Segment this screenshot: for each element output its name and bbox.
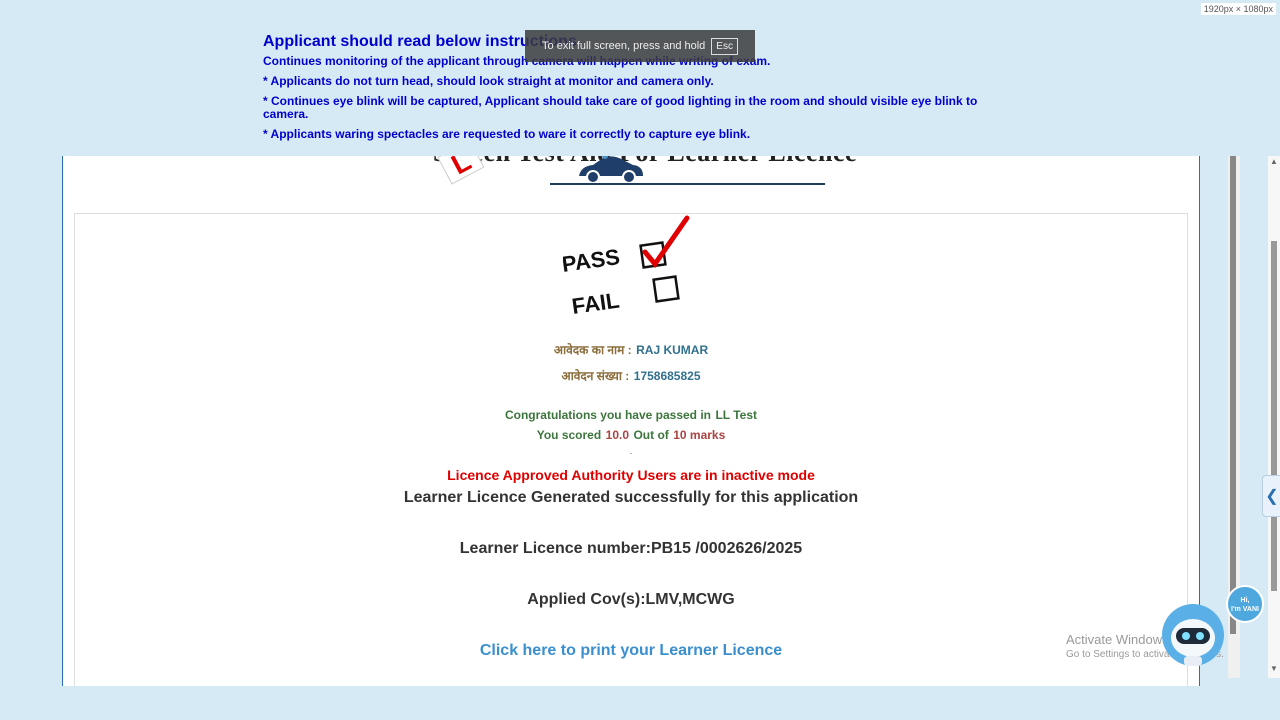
fullscreen-toast: To exit full screen, press and hold Esc <box>525 30 755 62</box>
screen-size-label: 1920px × 1080px <box>1200 3 1276 15</box>
pass-fail-graphic: PASS FAIL <box>563 215 690 319</box>
print-licence-link[interactable]: Click here to print your Learner Licence <box>480 642 782 659</box>
l-plate-icon: L <box>437 156 485 185</box>
scroll-up-icon[interactable]: ▲ <box>1270 157 1278 166</box>
score-total: 10 marks <box>673 428 726 442</box>
chevron-left-icon: ❮ <box>1265 488 1279 505</box>
side-panel-toggle[interactable]: ❮ <box>1262 475 1280 517</box>
checkmark-icon <box>642 215 690 269</box>
score-value: 10.0 <box>605 428 629 442</box>
applicant-name-label: आवेदक का नाम : <box>553 343 632 357</box>
licence-number: Learner Licence number:PB15 /0002626/202… <box>459 540 803 557</box>
result-card: PASS FAIL आवेदक का नाम : RAJ KUMAR आवेदन… <box>74 213 1188 686</box>
generated-message: Learner Licence Generated successfully f… <box>403 489 859 506</box>
robot-icon <box>1162 604 1224 666</box>
chatbot-widget[interactable]: Hi, I'm VANI <box>1160 585 1270 670</box>
applied-cov: Applied Cov(s):LMV,MCWG <box>527 591 735 608</box>
page-scrollbar-thumb[interactable] <box>1271 241 1277 591</box>
score-mid: Out of <box>633 428 669 442</box>
scroll-down-icon[interactable]: ▼ <box>1270 664 1278 673</box>
chatbot-bubble[interactable]: Hi, I'm VANI <box>1226 585 1264 623</box>
panel-scrollbar-thumb[interactable] <box>1230 156 1236 634</box>
chatbot-bubble-line1: Hi, <box>1240 597 1250 604</box>
score-row: You scored 10.0 Out of 10 marks <box>75 426 1187 444</box>
chatbot-bubble-line2: I'm VANI <box>1231 606 1259 613</box>
score-prefix: You scored <box>536 428 602 442</box>
fail-label: FAIL <box>570 288 621 319</box>
application-number: 1758685825 <box>633 369 701 383</box>
car-icon <box>579 156 643 184</box>
fullscreen-toast-text: To exit full screen, press and hold <box>542 40 706 52</box>
instruction-line: * Applicants do not turn head, should lo… <box>263 74 714 88</box>
congrats-text: Congratulations you have passed in <box>504 408 712 422</box>
banner: Screen Test Aid For Learner Licence L <box>433 156 857 199</box>
application-number-row: आवेदन संख्या : 1758685825 <box>75 367 1187 385</box>
separator-dot: . <box>629 446 633 456</box>
congrats-row: Congratulations you have passed in LL Te… <box>75 406 1187 424</box>
esc-key-badge: Esc <box>711 37 738 55</box>
applicant-name-row: आवेदक का नाम : RAJ KUMAR <box>75 341 1187 359</box>
congrats-test: LL Test <box>715 408 758 422</box>
application-number-label: आवेदन संख्या : <box>561 369 630 383</box>
banner-underline <box>550 183 825 185</box>
result-panel: Screen Test Aid For Learner Licence L PA… <box>62 156 1200 686</box>
pass-label: PASS <box>563 244 621 277</box>
instruction-line: * Continues eye blink will be captured, … <box>263 94 978 121</box>
instruction-line: * Applicants waring spectacles are reque… <box>263 127 751 141</box>
inactive-notice: Licence Approved Authority Users are in … <box>447 467 815 483</box>
applicant-name: RAJ KUMAR <box>636 343 709 357</box>
fail-checkbox-icon <box>652 275 680 303</box>
